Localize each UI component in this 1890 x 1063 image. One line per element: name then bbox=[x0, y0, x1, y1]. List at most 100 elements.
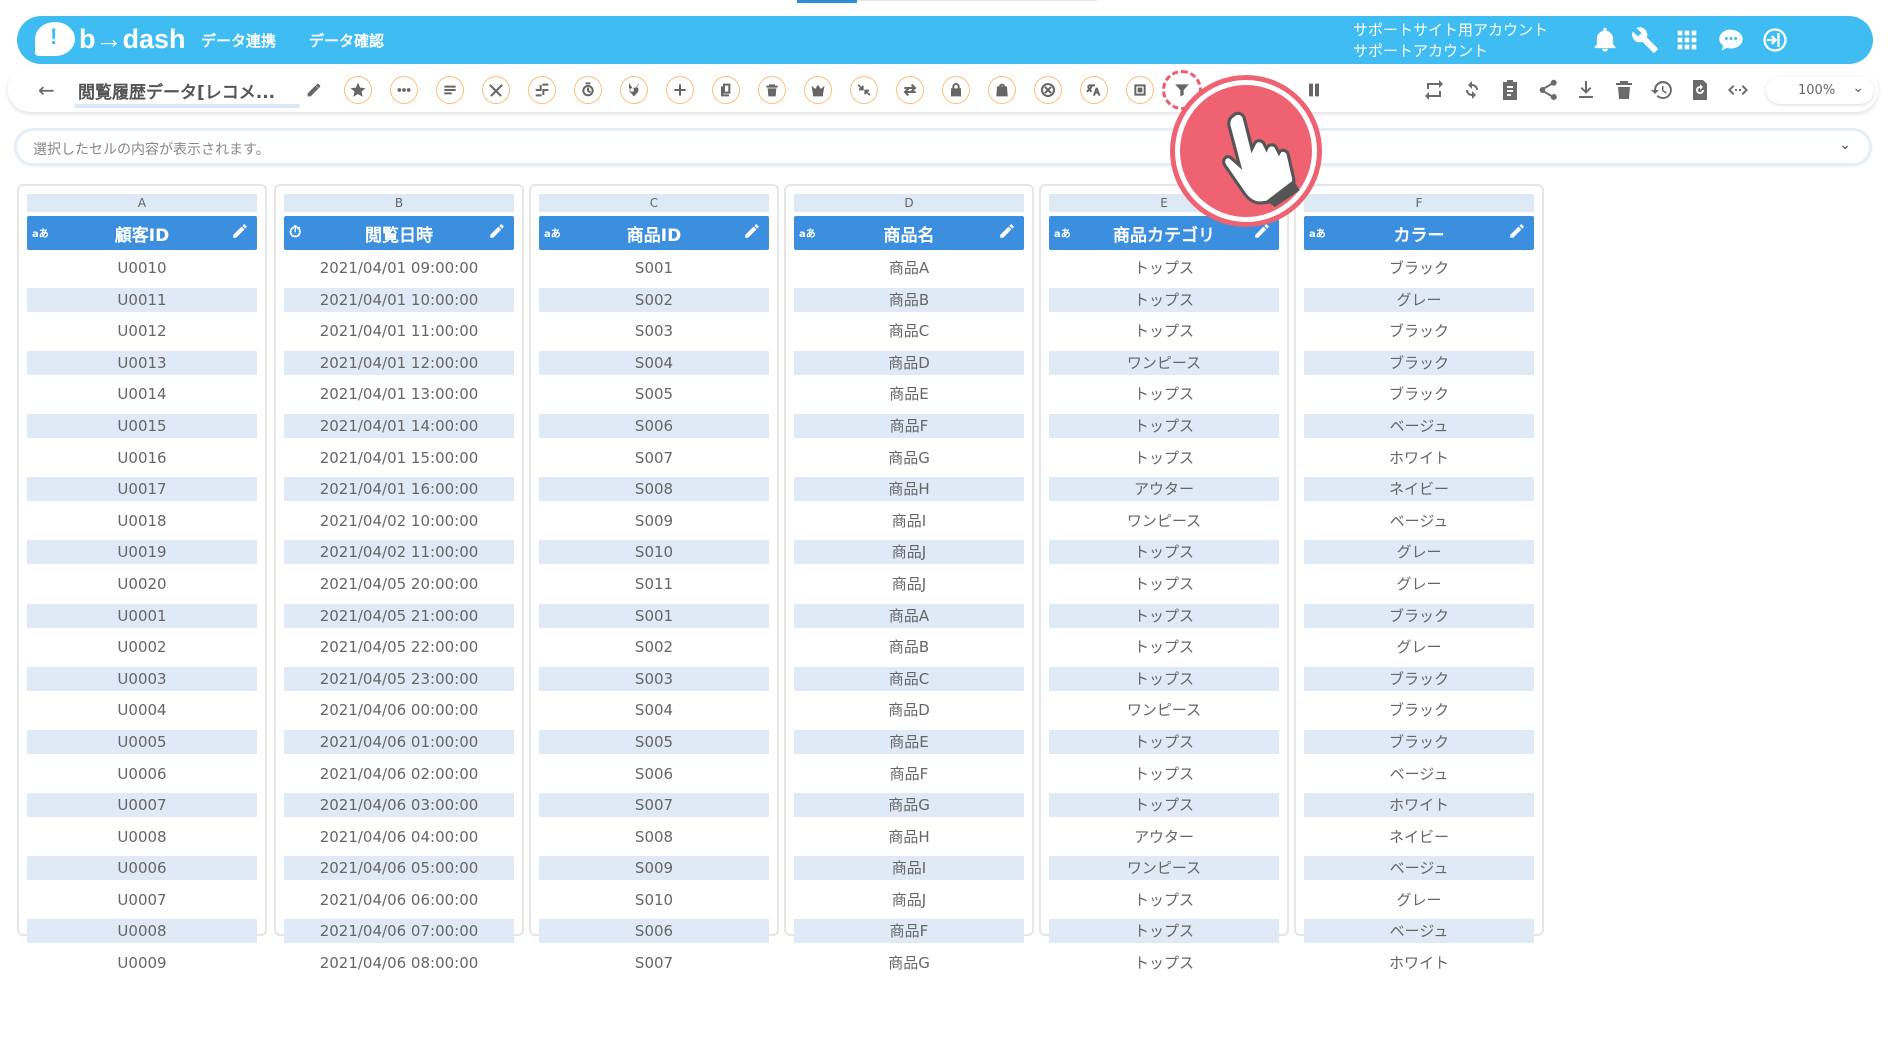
table-cell[interactable]: ワンピース bbox=[1049, 856, 1279, 886]
table-cell[interactable]: U0002 bbox=[27, 635, 257, 665]
table-cell[interactable]: 商品F bbox=[794, 762, 1024, 792]
table-cell[interactable]: トップス bbox=[1049, 256, 1279, 286]
table-cell[interactable]: U0007 bbox=[27, 888, 257, 918]
table-cell[interactable]: U0018 bbox=[27, 509, 257, 539]
refresh-icon[interactable] bbox=[1458, 76, 1486, 104]
table-cell[interactable]: トップス bbox=[1049, 540, 1279, 570]
table-cell[interactable]: 商品I bbox=[794, 856, 1024, 886]
table-cell[interactable]: ワンピース bbox=[1049, 509, 1279, 539]
download-icon[interactable] bbox=[1572, 76, 1600, 104]
sheet-title[interactable]: 閲覧履歴データ[レコメ... bbox=[78, 78, 300, 103]
table-cell[interactable]: 商品A bbox=[794, 603, 1024, 634]
table-cell[interactable]: 商品D bbox=[794, 698, 1024, 728]
table-cell[interactable]: 商品G bbox=[794, 951, 1024, 981]
add-plus-icon[interactable] bbox=[666, 76, 694, 104]
table-cell[interactable]: ブラック bbox=[1304, 666, 1534, 697]
table-cell[interactable]: 商品J bbox=[794, 572, 1024, 602]
table-cell[interactable]: 2021/04/06 03:00:00 bbox=[284, 793, 514, 823]
column-letter[interactable]: B bbox=[284, 194, 514, 212]
table-cell[interactable]: S003 bbox=[539, 666, 769, 697]
table-cell[interactable]: 2021/04/01 12:00:00 bbox=[284, 350, 514, 381]
table-cell[interactable]: 2021/04/02 11:00:00 bbox=[284, 540, 514, 570]
table-cell[interactable]: ネイビー bbox=[1304, 477, 1534, 507]
table-cell[interactable]: アウター bbox=[1049, 477, 1279, 507]
edit-pencil-icon[interactable] bbox=[1508, 222, 1528, 242]
table-cell[interactable]: ネイビー bbox=[1304, 825, 1534, 855]
table-cell[interactable]: U0012 bbox=[27, 319, 257, 349]
favorite-star-icon[interactable] bbox=[344, 76, 372, 104]
table-cell[interactable]: ベージュ bbox=[1304, 762, 1534, 792]
table-cell[interactable]: トップス bbox=[1049, 319, 1279, 349]
table-cell[interactable]: トップス bbox=[1049, 635, 1279, 665]
table-cell[interactable]: 商品H bbox=[794, 825, 1024, 855]
table-cell[interactable]: 2021/04/06 04:00:00 bbox=[284, 825, 514, 855]
table-cell[interactable]: S005 bbox=[539, 729, 769, 760]
chevron-down-icon[interactable]: ⌄ bbox=[1839, 137, 1851, 153]
wrench-icon[interactable] bbox=[1627, 22, 1663, 58]
table-cell[interactable]: 2021/04/05 23:00:00 bbox=[284, 666, 514, 697]
nav-data-integration[interactable]: データ連携 bbox=[201, 30, 276, 51]
table-cell[interactable]: トップス bbox=[1049, 951, 1279, 981]
shrink-icon[interactable] bbox=[850, 76, 878, 104]
table-cell[interactable]: トップス bbox=[1049, 729, 1279, 760]
table-cell[interactable]: U0014 bbox=[27, 382, 257, 412]
table-cell[interactable]: U0006 bbox=[27, 762, 257, 792]
table-cell[interactable]: 2021/04/06 07:00:00 bbox=[284, 919, 514, 949]
crown-icon[interactable] bbox=[804, 76, 832, 104]
table-cell[interactable]: S006 bbox=[539, 413, 769, 444]
back-arrow-icon[interactable]: ← bbox=[38, 78, 55, 102]
table-cell[interactable]: 2021/04/06 02:00:00 bbox=[284, 762, 514, 792]
table-cell[interactable]: 2021/04/01 13:00:00 bbox=[284, 382, 514, 412]
table-cell[interactable]: 2021/04/01 09:00:00 bbox=[284, 256, 514, 286]
table-cell[interactable]: U0006 bbox=[27, 856, 257, 886]
table-cell[interactable]: 商品B bbox=[794, 287, 1024, 318]
bell-icon[interactable] bbox=[1587, 22, 1623, 58]
table-cell[interactable]: 2021/04/06 00:00:00 bbox=[284, 698, 514, 728]
table-cell[interactable]: ブラック bbox=[1304, 603, 1534, 634]
tools-cross-icon[interactable] bbox=[482, 76, 510, 104]
table-cell[interactable]: S002 bbox=[539, 635, 769, 665]
table-cell[interactable]: S010 bbox=[539, 888, 769, 918]
table-cell[interactable]: 2021/04/01 16:00:00 bbox=[284, 477, 514, 507]
table-cell[interactable]: トップス bbox=[1049, 382, 1279, 412]
table-cell[interactable]: S001 bbox=[539, 256, 769, 286]
edit-pencil-icon[interactable] bbox=[998, 222, 1018, 242]
table-cell[interactable]: ホワイト bbox=[1304, 446, 1534, 476]
delete-trash-icon[interactable] bbox=[758, 76, 786, 104]
table-cell[interactable]: ブラック bbox=[1304, 319, 1534, 349]
table-cell[interactable]: 2021/04/05 20:00:00 bbox=[284, 572, 514, 602]
table-cell[interactable]: U0008 bbox=[27, 919, 257, 949]
table-cell[interactable]: トップス bbox=[1049, 919, 1279, 949]
table-cell[interactable]: 2021/04/06 06:00:00 bbox=[284, 888, 514, 918]
more-options-icon[interactable] bbox=[390, 76, 418, 104]
copy-icon[interactable] bbox=[712, 76, 740, 104]
table-cell[interactable]: U0011 bbox=[27, 287, 257, 318]
nav-data-check[interactable]: データ確認 bbox=[309, 30, 384, 51]
table-cell[interactable]: 2021/04/01 11:00:00 bbox=[284, 319, 514, 349]
table-cell[interactable]: 商品J bbox=[794, 540, 1024, 570]
column-header[interactable]: aあ カラー bbox=[1304, 216, 1534, 250]
logout-icon[interactable] bbox=[1757, 22, 1793, 58]
swap-icon[interactable] bbox=[896, 76, 924, 104]
repeat-icon[interactable] bbox=[1420, 76, 1448, 104]
table-cell[interactable]: グレー bbox=[1304, 888, 1534, 918]
column-letter[interactable]: D bbox=[794, 194, 1024, 212]
table-cell[interactable]: ブラック bbox=[1304, 350, 1534, 381]
table-cell[interactable]: S002 bbox=[539, 287, 769, 318]
table-cell[interactable]: S007 bbox=[539, 951, 769, 981]
table-cell[interactable]: 2021/04/02 10:00:00 bbox=[284, 509, 514, 539]
table-cell[interactable]: S008 bbox=[539, 477, 769, 507]
table-cell[interactable]: U0003 bbox=[27, 666, 257, 697]
table-cell[interactable]: トップス bbox=[1049, 413, 1279, 444]
table-cell[interactable]: S010 bbox=[539, 540, 769, 570]
text-lines-icon[interactable] bbox=[436, 76, 464, 104]
table-cell[interactable]: ホワイト bbox=[1304, 793, 1534, 823]
table-cell[interactable]: S003 bbox=[539, 319, 769, 349]
table-cell[interactable]: S005 bbox=[539, 382, 769, 412]
table-cell[interactable]: S007 bbox=[539, 446, 769, 476]
table-cell[interactable]: 2021/04/01 10:00:00 bbox=[284, 287, 514, 318]
table-cell[interactable]: S009 bbox=[539, 509, 769, 539]
column-letter[interactable]: F bbox=[1304, 194, 1534, 212]
table-cell[interactable]: トップス bbox=[1049, 888, 1279, 918]
table-cell[interactable]: ホワイト bbox=[1304, 951, 1534, 981]
